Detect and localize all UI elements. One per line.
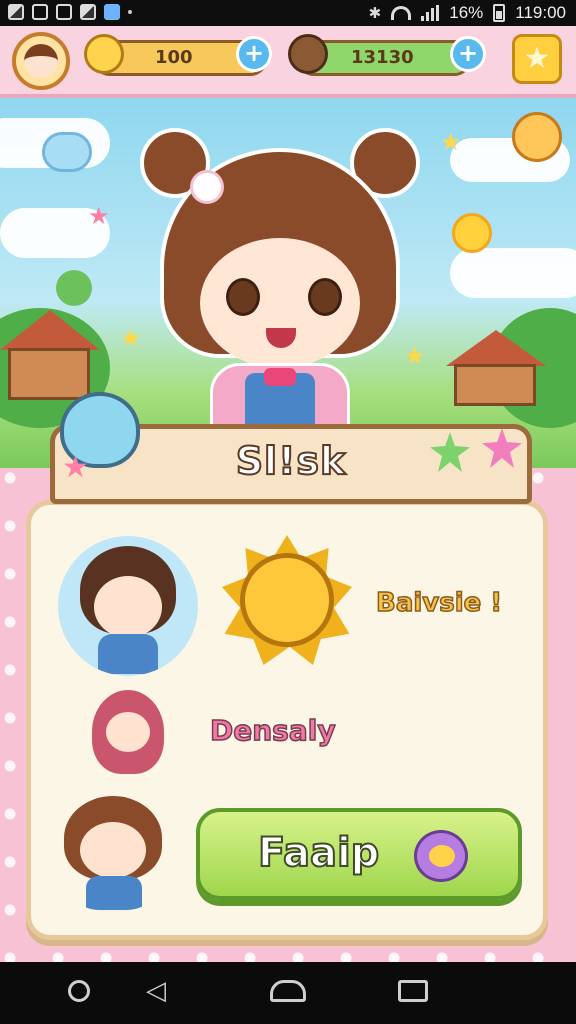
coin-count: 100 <box>155 47 193 68</box>
house-right <box>446 330 546 410</box>
reward-label: Baivsie ! <box>375 587 503 619</box>
house-roof <box>446 330 546 366</box>
hero-character <box>140 128 420 458</box>
cloud <box>450 248 576 298</box>
gallery-notification-icon <box>8 4 24 20</box>
bow-icon <box>264 368 296 386</box>
tree <box>56 270 92 306</box>
more-notifications-icon <box>128 10 132 14</box>
character-portrait-boy[interactable] <box>58 536 198 676</box>
eye <box>308 278 342 316</box>
wifi-icon <box>391 6 412 20</box>
mail-notification-icon <box>80 4 96 20</box>
clock: 119:00 <box>515 3 566 22</box>
hair-flower-icon <box>190 170 224 204</box>
battery-percent: 16% <box>449 3 484 22</box>
add-coins-button[interactable]: + <box>236 36 272 72</box>
add-gems-button[interactable]: + <box>450 36 486 72</box>
coin-icon <box>84 34 124 74</box>
recent-apps-icon[interactable] <box>398 980 428 1002</box>
sun-icon <box>452 213 492 253</box>
star-icon: ★ <box>440 128 462 156</box>
character-portrait-girl[interactable] <box>60 792 166 910</box>
home-icon[interactable] <box>270 980 306 1002</box>
flower-badge-icon[interactable] <box>512 112 562 162</box>
file-notification-icon <box>32 4 48 20</box>
top-hud: 100 + 13130 + ★ <box>0 26 576 98</box>
battery-icon <box>493 4 506 22</box>
character-portrait-bear-girl[interactable] <box>92 690 164 774</box>
portrait-body <box>98 634 158 674</box>
purple-pet-icon <box>414 830 468 882</box>
pink-star-icon: ★ <box>62 450 89 485</box>
notification-icons <box>8 4 132 20</box>
signal-icon <box>421 5 440 21</box>
bird-icon <box>42 132 92 172</box>
sun-face <box>240 553 334 647</box>
portrait-face <box>106 712 150 752</box>
play-button-label: Faaip <box>257 829 380 877</box>
app-notification-icon <box>104 4 120 20</box>
system-status: ✱ 16% 119:00 <box>369 3 566 23</box>
player-avatar-icon[interactable] <box>12 32 70 90</box>
star-icon[interactable]: ★ <box>512 34 562 84</box>
assistant-circle-icon[interactable] <box>68 980 90 1002</box>
portrait-face <box>80 822 146 878</box>
pet-currency-icon <box>288 34 328 74</box>
portrait-face <box>94 576 162 638</box>
portrait-body <box>86 876 142 910</box>
avatar-face <box>24 44 58 78</box>
house-left <box>0 310 100 400</box>
gem-count: 13130 <box>351 47 414 68</box>
bluetooth-icon: ✱ <box>368 4 382 22</box>
house-wall <box>8 348 90 400</box>
house-wall <box>454 364 536 406</box>
back-icon[interactable]: ◁ <box>146 976 166 1006</box>
pink-star-icon: ★ <box>88 202 110 230</box>
eye <box>226 278 260 316</box>
sun-reward-icon[interactable] <box>222 535 352 665</box>
house-roof <box>0 310 100 350</box>
play-button[interactable]: Faaip <box>196 808 522 900</box>
character-label: Densaly <box>209 713 336 748</box>
status-bar: ✱ 16% 119:00 <box>0 0 576 26</box>
system-nav-bar: ◁ <box>0 962 576 1024</box>
star-icon: ★ <box>120 324 142 352</box>
square-notification-icon <box>56 4 72 20</box>
